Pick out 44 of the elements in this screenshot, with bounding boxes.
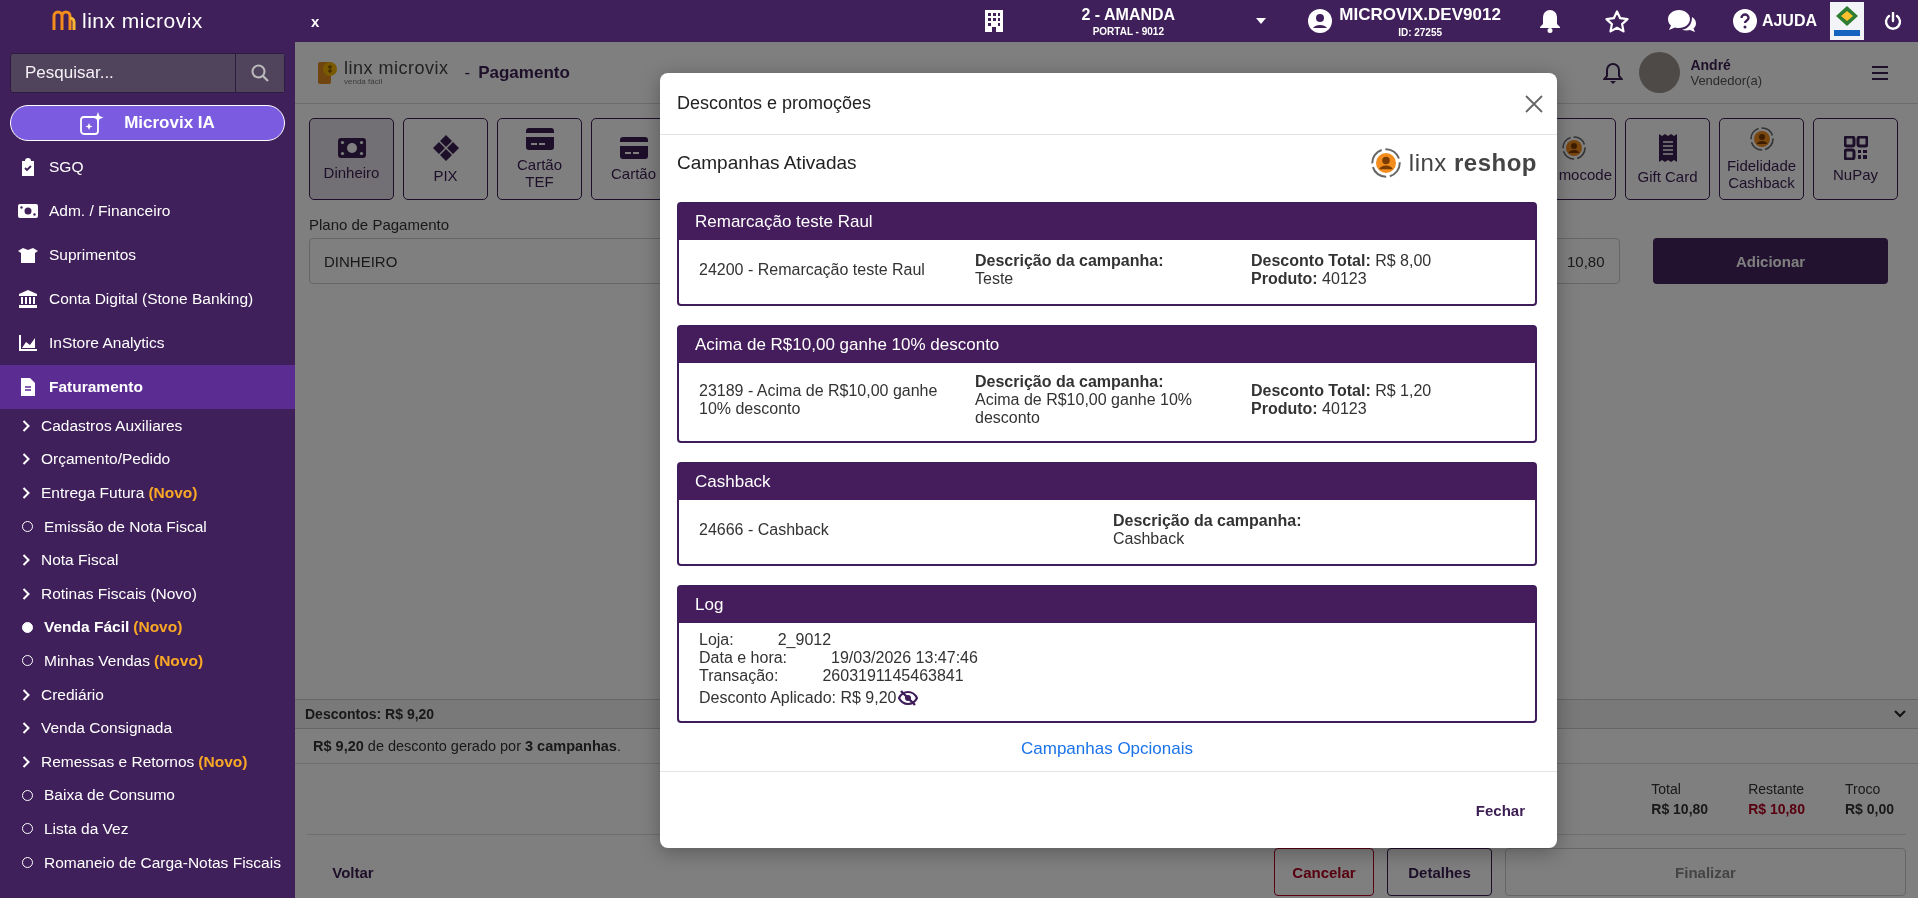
campaign-title: Cashback (695, 472, 771, 492)
total-label: Total (1651, 781, 1682, 797)
campaign-description: Cashback (1113, 530, 1186, 548)
description-label: Descrição da campanha: (1113, 512, 1303, 530)
campaign-name: 24200 - Remarcação teste Raul (699, 261, 926, 279)
store-portal: PORTAL - 9012 (1092, 25, 1164, 37)
brand-tagline: venda fácil (344, 77, 384, 86)
description-label: Descrição da campanha: (975, 252, 1165, 270)
campaign-title: Acima de R$10,00 ganhe 10% desconto (695, 335, 1000, 355)
campaign-title: Remarcação teste Raul (695, 212, 873, 232)
discount-summary: R$ 9,20 de desconto gerado por 3 campanhas. (313, 738, 621, 754)
discount-total: Desconto Total: R$ 8,00 (1251, 252, 1433, 270)
campaign-description: Acima de R$10,00 ganhe 10% desconto (975, 391, 1194, 427)
log-label: Loja: (699, 631, 734, 649)
total-value: R$ 10,80 (1651, 801, 1709, 817)
campaign-description: Teste (975, 270, 1015, 288)
product-code: Produto: 40123 (1251, 270, 1368, 288)
log-title: Log (695, 595, 724, 615)
log-value: 19/03/2026 13:47:46 (831, 649, 978, 667)
log-value: 2603191145463841 (822, 667, 964, 685)
total-label: Restante (1748, 781, 1805, 797)
log-label: Transação: (699, 667, 779, 685)
field-label: Plano de Pagamento (309, 216, 450, 234)
discount-total: Desconto Total: R$ 1,20 (1251, 382, 1433, 400)
campaign-name: 24666 - Cashback (699, 521, 830, 539)
section-title: Campanhas Ativadas (677, 152, 857, 174)
discounts-title: Descontos: R$ 9,20 (305, 706, 435, 722)
product-code: Produto: 40123 (1251, 400, 1368, 418)
user-id: ID: 27255 (1398, 26, 1443, 38)
log-value: 2_9012 (777, 631, 832, 649)
user-role: Vendedor(a) (1690, 73, 1762, 88)
campaign-name: 23189 - Acima de R$10,00 ganhe 10% desconto (699, 382, 939, 418)
log-label: Data e hora: (699, 649, 788, 667)
total-value: R$ 0,00 (1844, 801, 1894, 817)
dialog-title: Descontos e promoções (677, 93, 872, 114)
title-separator: - (464, 62, 471, 83)
total-value: R$ 10,80 (1748, 801, 1805, 817)
applied-discount: Desconto Aplicado: R$ 9,20 (699, 689, 897, 707)
user-name: André (1690, 57, 1732, 73)
page-title: Pagamento (478, 62, 570, 83)
brand-name: linx microvix (82, 9, 203, 33)
description-label: Descrição da campanha: (975, 373, 1165, 391)
brand-name: linx microvix (344, 59, 449, 77)
total-label: Troco (1844, 781, 1882, 797)
